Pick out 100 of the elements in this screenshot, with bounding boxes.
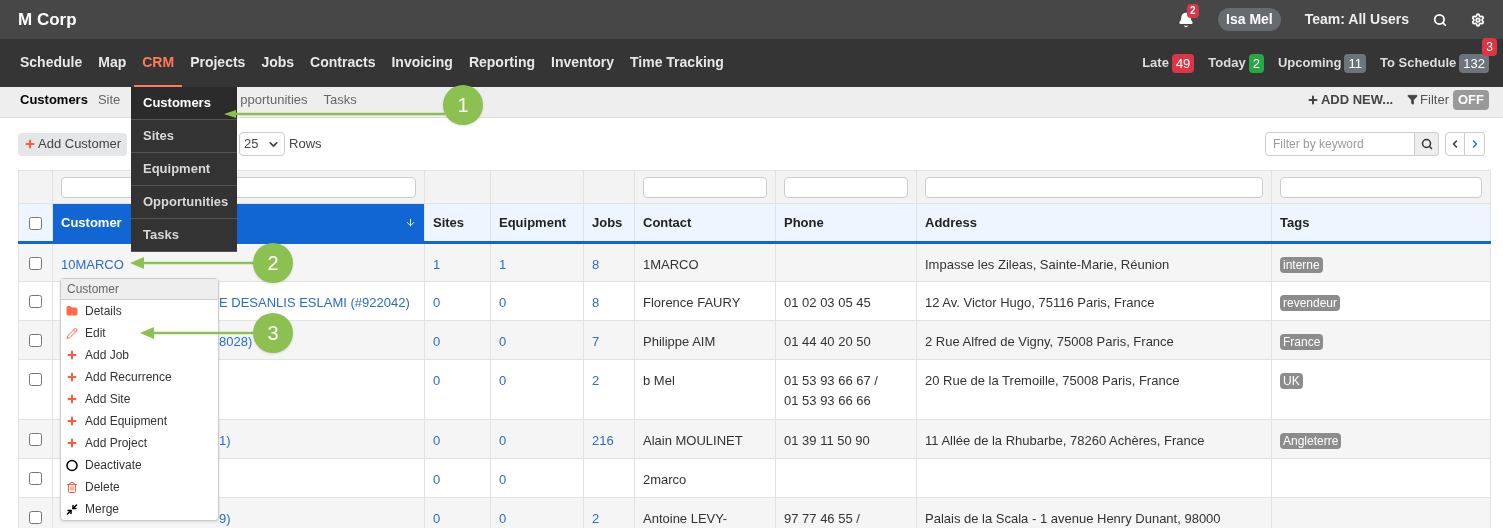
counter-label[interactable]: To Schedule xyxy=(1379,53,1457,73)
column-header[interactable]: Tags xyxy=(1271,203,1491,243)
dropdown-item[interactable]: Customers xyxy=(131,87,237,120)
settings-icon[interactable] xyxy=(1471,12,1485,27)
contact-name: b Mel xyxy=(643,373,675,388)
dropdown-item[interactable]: Equipment xyxy=(131,153,237,186)
contact-name: Alain MOULINET xyxy=(643,433,743,448)
row-checkbox[interactable] xyxy=(29,433,42,446)
nav-tab[interactable]: Projects xyxy=(182,39,254,87)
column-header[interactable]: Address xyxy=(916,203,1272,243)
jobs-count-link[interactable]: 2 xyxy=(592,511,600,526)
next-page-button[interactable] xyxy=(1465,132,1485,156)
nav-tab[interactable]: Contracts xyxy=(302,39,384,87)
plus-icon xyxy=(66,392,78,406)
context-menu-item[interactable]: Add Equipment xyxy=(61,410,218,432)
column-header[interactable]: Equipment xyxy=(490,203,584,243)
customer-link[interactable]: 1) xyxy=(219,433,231,448)
dropdown-item[interactable]: Sites xyxy=(131,120,237,153)
jobs-count-link[interactable]: 2 xyxy=(592,373,600,388)
equipment-count-link[interactable]: 0 xyxy=(499,295,507,310)
team-selector[interactable]: Team: All Users xyxy=(1304,9,1409,30)
keyword-filter-field[interactable]: Filter by keyword xyxy=(1265,132,1415,156)
jobs-count-link[interactable]: 8 xyxy=(592,257,600,272)
user-menu[interactable]: Isa Mel xyxy=(1218,8,1281,31)
context-menu-item[interactable]: Deactivate xyxy=(61,454,218,476)
counter-badge: 2 xyxy=(1248,53,1264,73)
column-header[interactable]: Phone xyxy=(775,203,917,243)
customer-link[interactable]: 8028) xyxy=(219,334,253,349)
column-header[interactable]: Contact xyxy=(634,203,776,243)
sites-count-link[interactable]: 0 xyxy=(433,373,441,388)
search-button[interactable] xyxy=(1415,132,1439,156)
context-menu-item[interactable]: Add Job xyxy=(61,344,218,366)
dropdown-item[interactable]: Opportunities xyxy=(131,186,237,219)
context-menu-item[interactable]: Add Project xyxy=(61,432,218,454)
row-checkbox[interactable] xyxy=(29,511,42,524)
row-checkbox[interactable] xyxy=(29,295,42,308)
nav-tab[interactable]: Inventory xyxy=(543,39,622,87)
counter-label[interactable]: Today xyxy=(1208,53,1246,73)
pencil-icon xyxy=(66,326,78,340)
phone-number: 01 39 11 50 90 xyxy=(784,432,871,450)
column-filter-field[interactable] xyxy=(925,176,1263,198)
context-menu-item[interactable]: Delete xyxy=(61,476,218,498)
sites-count-link[interactable]: 0 xyxy=(433,334,441,349)
equipment-count-link[interactable]: 0 xyxy=(499,511,507,526)
equipment-count-link[interactable]: 1 xyxy=(499,257,507,272)
circle-icon xyxy=(66,458,78,472)
nav-tab[interactable]: Time Tracking xyxy=(622,39,732,87)
sort-arrow-icon xyxy=(405,217,416,228)
sites-count-link[interactable]: 1 xyxy=(433,257,441,272)
equipment-count-link[interactable]: 0 xyxy=(499,472,507,487)
row-checkbox[interactable] xyxy=(29,257,42,270)
counter-label[interactable]: Late xyxy=(1142,53,1169,73)
column-filter-field[interactable] xyxy=(1280,176,1482,198)
folder-icon xyxy=(66,304,78,318)
tag-label: interne xyxy=(1280,257,1323,273)
add-customer-button[interactable]: Add Customer xyxy=(18,132,128,156)
equipment-count-link[interactable]: 0 xyxy=(499,373,507,388)
nav-tab[interactable]: Jobs xyxy=(253,39,303,87)
sub-nav-tab[interactable]: Customers xyxy=(20,89,88,110)
sites-count-link[interactable]: 0 xyxy=(433,511,441,526)
row-checkbox[interactable] xyxy=(29,472,42,485)
jobs-count-link[interactable]: 7 xyxy=(592,334,600,349)
search-icon[interactable] xyxy=(1433,12,1447,27)
equipment-count-link[interactable]: 0 xyxy=(499,334,507,349)
jobs-count-link[interactable]: 216 xyxy=(592,433,614,448)
context-menu-item[interactable]: Add Site xyxy=(61,388,218,410)
context-menu-item[interactable]: Details xyxy=(61,300,218,322)
row-checkbox[interactable] xyxy=(29,373,42,386)
customer-link[interactable]: 9) xyxy=(219,511,231,526)
add-new-button[interactable]: ADD NEW... xyxy=(1306,89,1394,110)
counter-label[interactable]: Upcoming xyxy=(1277,53,1342,73)
dropdown-item[interactable]: Tasks xyxy=(131,219,237,252)
sites-count-link[interactable]: 0 xyxy=(433,295,441,310)
select-all-checkbox[interactable] xyxy=(29,216,42,230)
context-menu-item[interactable]: Add Recurrence xyxy=(61,366,218,388)
column-filter-field[interactable] xyxy=(784,176,908,198)
context-menu-item[interactable]: Merge xyxy=(61,498,218,520)
equipment-count-link[interactable]: 0 xyxy=(499,433,507,448)
sub-nav-tab[interactable]: Tasks xyxy=(323,89,357,110)
sites-count-link[interactable]: 0 xyxy=(433,433,441,448)
filter-label: Filter xyxy=(1420,90,1449,109)
nav-tab[interactable]: Reporting xyxy=(460,39,543,87)
sites-count-link[interactable]: 0 xyxy=(433,472,441,487)
nav-tab[interactable]: Invoicing xyxy=(383,39,461,87)
customer-link[interactable]: 10MARCO xyxy=(61,257,124,272)
sub-nav-tab[interactable]: pportunities xyxy=(240,89,308,110)
column-header[interactable]: Sites xyxy=(424,203,491,243)
column-header[interactable]: Jobs xyxy=(583,203,635,243)
nav-tab[interactable]: Schedule xyxy=(12,39,91,87)
sub-nav-tab[interactable]: Site xyxy=(97,89,121,110)
row-checkbox[interactable] xyxy=(29,334,42,347)
filter-icon xyxy=(1407,94,1419,105)
column-filter-field[interactable] xyxy=(643,176,767,198)
plus-icon xyxy=(66,348,78,362)
nav-tab[interactable]: Map xyxy=(90,39,135,87)
jobs-count-link[interactable]: 8 xyxy=(592,295,600,310)
previous-page-button[interactable] xyxy=(1445,132,1465,156)
context-menu-item[interactable]: Edit xyxy=(61,322,218,344)
page-size-select[interactable]: 25 xyxy=(239,132,286,156)
customer-link[interactable]: E DESANLIS ESLAMI (#922042) xyxy=(219,295,410,310)
